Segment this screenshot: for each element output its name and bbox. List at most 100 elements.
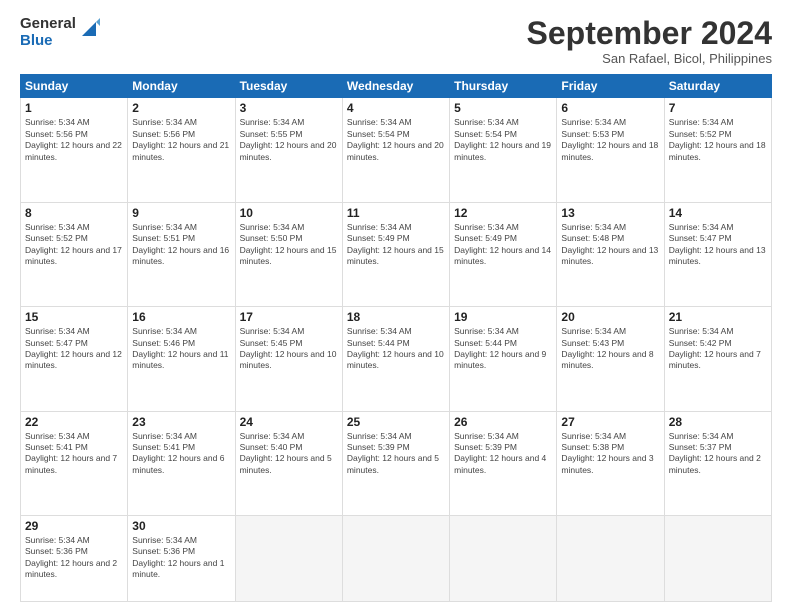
header-monday: Monday	[128, 75, 235, 98]
day-info: Sunrise: 5:34 AM Sunset: 5:53 PM Dayligh…	[561, 117, 659, 163]
table-row: 4 Sunrise: 5:34 AM Sunset: 5:54 PM Dayli…	[342, 98, 449, 202]
location-subtitle: San Rafael, Bicol, Philippines	[527, 51, 772, 66]
table-row	[664, 515, 771, 601]
table-row: 29 Sunrise: 5:34 AM Sunset: 5:36 PM Dayl…	[21, 515, 128, 601]
day-info: Sunrise: 5:34 AM Sunset: 5:55 PM Dayligh…	[240, 117, 338, 163]
table-row: 25 Sunrise: 5:34 AM Sunset: 5:39 PM Dayl…	[342, 411, 449, 515]
day-info: Sunrise: 5:34 AM Sunset: 5:37 PM Dayligh…	[669, 431, 767, 477]
logo: General Blue	[20, 16, 100, 49]
day-info: Sunrise: 5:34 AM Sunset: 5:38 PM Dayligh…	[561, 431, 659, 477]
table-row	[557, 515, 664, 601]
day-info: Sunrise: 5:34 AM Sunset: 5:52 PM Dayligh…	[25, 222, 123, 268]
table-row: 16 Sunrise: 5:34 AM Sunset: 5:46 PM Dayl…	[128, 307, 235, 411]
day-number: 29	[25, 519, 123, 533]
table-row: 6 Sunrise: 5:34 AM Sunset: 5:53 PM Dayli…	[557, 98, 664, 202]
table-row	[342, 515, 449, 601]
day-number: 7	[669, 101, 767, 115]
table-row: 15 Sunrise: 5:34 AM Sunset: 5:47 PM Dayl…	[21, 307, 128, 411]
table-row: 1 Sunrise: 5:34 AM Sunset: 5:56 PM Dayli…	[21, 98, 128, 202]
day-number: 12	[454, 206, 552, 220]
day-info: Sunrise: 5:34 AM Sunset: 5:50 PM Dayligh…	[240, 222, 338, 268]
header-friday: Friday	[557, 75, 664, 98]
table-row: 18 Sunrise: 5:34 AM Sunset: 5:44 PM Dayl…	[342, 307, 449, 411]
table-row: 17 Sunrise: 5:34 AM Sunset: 5:45 PM Dayl…	[235, 307, 342, 411]
table-row: 28 Sunrise: 5:34 AM Sunset: 5:37 PM Dayl…	[664, 411, 771, 515]
day-info: Sunrise: 5:34 AM Sunset: 5:51 PM Dayligh…	[132, 222, 230, 268]
day-info: Sunrise: 5:34 AM Sunset: 5:41 PM Dayligh…	[25, 431, 123, 477]
header-thursday: Thursday	[450, 75, 557, 98]
day-number: 4	[347, 101, 445, 115]
day-number: 11	[347, 206, 445, 220]
day-info: Sunrise: 5:34 AM Sunset: 5:52 PM Dayligh…	[669, 117, 767, 163]
header-saturday: Saturday	[664, 75, 771, 98]
table-row: 2 Sunrise: 5:34 AM Sunset: 5:56 PM Dayli…	[128, 98, 235, 202]
day-number: 26	[454, 415, 552, 429]
table-row	[450, 515, 557, 601]
day-number: 9	[132, 206, 230, 220]
day-number: 6	[561, 101, 659, 115]
day-number: 15	[25, 310, 123, 324]
table-row: 24 Sunrise: 5:34 AM Sunset: 5:40 PM Dayl…	[235, 411, 342, 515]
calendar-table: Sunday Monday Tuesday Wednesday Thursday…	[20, 74, 772, 602]
day-info: Sunrise: 5:34 AM Sunset: 5:56 PM Dayligh…	[25, 117, 123, 163]
table-row: 12 Sunrise: 5:34 AM Sunset: 5:49 PM Dayl…	[450, 202, 557, 306]
day-number: 3	[240, 101, 338, 115]
day-info: Sunrise: 5:34 AM Sunset: 5:41 PM Dayligh…	[132, 431, 230, 477]
header: General Blue September 2024 San Rafael, …	[20, 16, 772, 66]
day-number: 27	[561, 415, 659, 429]
day-info: Sunrise: 5:34 AM Sunset: 5:36 PM Dayligh…	[132, 535, 230, 581]
table-row: 7 Sunrise: 5:34 AM Sunset: 5:52 PM Dayli…	[664, 98, 771, 202]
day-info: Sunrise: 5:34 AM Sunset: 5:54 PM Dayligh…	[347, 117, 445, 163]
day-number: 5	[454, 101, 552, 115]
table-row: 19 Sunrise: 5:34 AM Sunset: 5:44 PM Dayl…	[450, 307, 557, 411]
table-row: 26 Sunrise: 5:34 AM Sunset: 5:39 PM Dayl…	[450, 411, 557, 515]
day-info: Sunrise: 5:34 AM Sunset: 5:44 PM Dayligh…	[454, 326, 552, 372]
day-number: 23	[132, 415, 230, 429]
calendar-header-row: Sunday Monday Tuesday Wednesday Thursday…	[21, 75, 772, 98]
day-number: 28	[669, 415, 767, 429]
table-row: 9 Sunrise: 5:34 AM Sunset: 5:51 PM Dayli…	[128, 202, 235, 306]
day-number: 22	[25, 415, 123, 429]
day-info: Sunrise: 5:34 AM Sunset: 5:43 PM Dayligh…	[561, 326, 659, 372]
day-info: Sunrise: 5:34 AM Sunset: 5:47 PM Dayligh…	[25, 326, 123, 372]
day-info: Sunrise: 5:34 AM Sunset: 5:39 PM Dayligh…	[347, 431, 445, 477]
day-info: Sunrise: 5:34 AM Sunset: 5:39 PM Dayligh…	[454, 431, 552, 477]
day-info: Sunrise: 5:34 AM Sunset: 5:48 PM Dayligh…	[561, 222, 659, 268]
day-number: 30	[132, 519, 230, 533]
day-info: Sunrise: 5:34 AM Sunset: 5:36 PM Dayligh…	[25, 535, 123, 581]
day-info: Sunrise: 5:34 AM Sunset: 5:49 PM Dayligh…	[454, 222, 552, 268]
table-row: 3 Sunrise: 5:34 AM Sunset: 5:55 PM Dayli…	[235, 98, 342, 202]
day-number: 14	[669, 206, 767, 220]
table-row: 14 Sunrise: 5:34 AM Sunset: 5:47 PM Dayl…	[664, 202, 771, 306]
day-number: 25	[347, 415, 445, 429]
day-number: 1	[25, 101, 123, 115]
table-row: 20 Sunrise: 5:34 AM Sunset: 5:43 PM Dayl…	[557, 307, 664, 411]
month-title: September 2024	[527, 16, 772, 51]
day-number: 17	[240, 310, 338, 324]
table-row: 5 Sunrise: 5:34 AM Sunset: 5:54 PM Dayli…	[450, 98, 557, 202]
table-row: 10 Sunrise: 5:34 AM Sunset: 5:50 PM Dayl…	[235, 202, 342, 306]
table-row: 13 Sunrise: 5:34 AM Sunset: 5:48 PM Dayl…	[557, 202, 664, 306]
day-info: Sunrise: 5:34 AM Sunset: 5:49 PM Dayligh…	[347, 222, 445, 268]
day-info: Sunrise: 5:34 AM Sunset: 5:42 PM Dayligh…	[669, 326, 767, 372]
day-info: Sunrise: 5:34 AM Sunset: 5:47 PM Dayligh…	[669, 222, 767, 268]
title-block: September 2024 San Rafael, Bicol, Philip…	[527, 16, 772, 66]
table-row: 8 Sunrise: 5:34 AM Sunset: 5:52 PM Dayli…	[21, 202, 128, 306]
day-number: 8	[25, 206, 123, 220]
day-info: Sunrise: 5:34 AM Sunset: 5:40 PM Dayligh…	[240, 431, 338, 477]
day-number: 2	[132, 101, 230, 115]
day-info: Sunrise: 5:34 AM Sunset: 5:56 PM Dayligh…	[132, 117, 230, 163]
table-row: 21 Sunrise: 5:34 AM Sunset: 5:42 PM Dayl…	[664, 307, 771, 411]
day-number: 10	[240, 206, 338, 220]
table-row: 11 Sunrise: 5:34 AM Sunset: 5:49 PM Dayl…	[342, 202, 449, 306]
day-info: Sunrise: 5:34 AM Sunset: 5:46 PM Dayligh…	[132, 326, 230, 372]
table-row: 30 Sunrise: 5:34 AM Sunset: 5:36 PM Dayl…	[128, 515, 235, 601]
day-info: Sunrise: 5:34 AM Sunset: 5:44 PM Dayligh…	[347, 326, 445, 372]
header-tuesday: Tuesday	[235, 75, 342, 98]
table-row: 22 Sunrise: 5:34 AM Sunset: 5:41 PM Dayl…	[21, 411, 128, 515]
day-number: 21	[669, 310, 767, 324]
table-row: 27 Sunrise: 5:34 AM Sunset: 5:38 PM Dayl…	[557, 411, 664, 515]
day-number: 24	[240, 415, 338, 429]
table-row: 23 Sunrise: 5:34 AM Sunset: 5:41 PM Dayl…	[128, 411, 235, 515]
header-sunday: Sunday	[21, 75, 128, 98]
